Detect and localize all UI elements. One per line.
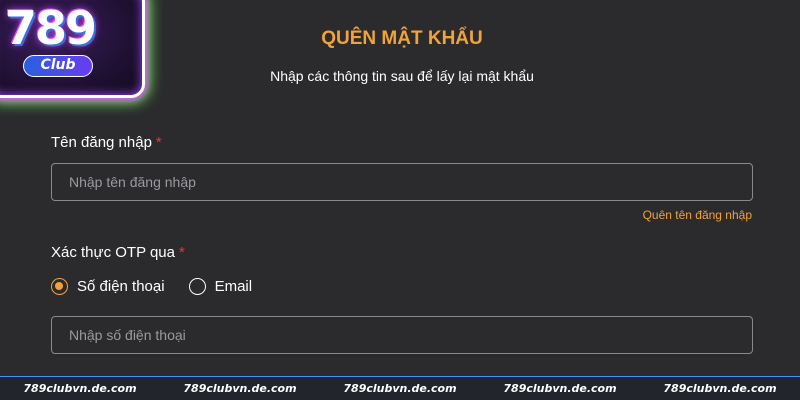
watermark-bar: 789clubvn.de.com 789clubvn.de.com 789clu… — [0, 376, 800, 400]
otp-label: Xác thực OTP qua * — [51, 244, 185, 261]
otp-method-group: Số điện thoại Email — [51, 278, 252, 295]
otp-option-phone[interactable]: Số điện thoại — [51, 278, 165, 295]
otp-option-email-label: Email — [214, 278, 253, 295]
phone-input[interactable]: Nhập số điện thoại — [51, 316, 753, 354]
required-mark: * — [179, 244, 185, 261]
watermark-text: 789clubvn.de.com — [183, 382, 297, 395]
phone-placeholder: Nhập số điện thoại — [69, 327, 186, 343]
watermark-text: 789clubvn.de.com — [503, 382, 617, 395]
username-placeholder: Nhập tên đăng nhập — [69, 174, 196, 190]
radio-checked-icon[interactable] — [51, 278, 68, 295]
otp-option-email[interactable]: Email — [188, 278, 253, 295]
otp-label-text: Xác thực OTP qua — [51, 244, 175, 261]
required-mark: * — [155, 134, 162, 151]
watermark-text: 789clubvn.de.com — [23, 382, 137, 395]
username-label: Tên đăng nhập * — [51, 134, 162, 151]
watermark-text: 789clubvn.de.com — [663, 382, 777, 395]
watermark-text: 789clubvn.de.com — [343, 382, 457, 395]
forgot-username-link[interactable]: Quên tên đăng nhập — [643, 208, 752, 222]
radio-unchecked-icon[interactable] — [188, 278, 206, 295]
page-subtitle: Nhập các thông tin sau để lấy lại mật kh… — [270, 68, 534, 84]
otp-option-phone-label: Số điện thoại — [77, 278, 165, 295]
username-input[interactable]: Nhập tên đăng nhập — [51, 163, 753, 201]
username-label-text: Tên đăng nhập — [51, 134, 152, 151]
page-title: QUÊN MẬT KHẨU — [321, 28, 483, 49]
